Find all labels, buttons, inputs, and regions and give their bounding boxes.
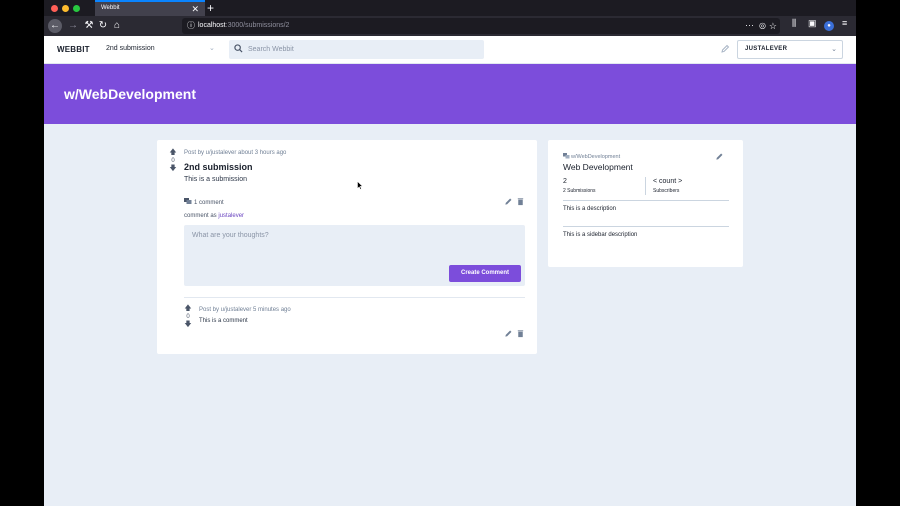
page-actions-icon[interactable]: ··· — [745, 19, 754, 31]
subscribers-count: < count > — [653, 178, 683, 185]
community-description: This is a description — [563, 206, 617, 212]
comment-as-user-link[interactable]: justalever — [218, 213, 244, 219]
wrench-icon[interactable]: ⚒ — [82, 19, 96, 33]
divider — [563, 200, 729, 201]
user-select[interactable]: JUSTALEVER ⌄ — [737, 40, 843, 59]
arrow-up-icon[interactable]: 🡅 — [183, 305, 193, 313]
stat-divider — [645, 177, 646, 195]
community-label: w/WebDevelopment — [563, 153, 620, 160]
tab-title: Webbit — [101, 5, 120, 11]
comment-vote: 🡅 0 🡇 — [183, 305, 193, 329]
post-vote: 🡅 0 🡇 — [168, 149, 178, 173]
logo[interactable]: WEBBIT — [57, 45, 90, 54]
browser-tab[interactable]: Webbit ✕ — [95, 0, 205, 16]
page: WEBBIT 2nd submission ⌄ Search Webbit JU… — [44, 36, 856, 506]
reload-icon[interactable]: ↻ — [96, 19, 110, 33]
site-info-icon[interactable]: ⓘ — [186, 20, 196, 32]
community-icon — [563, 153, 570, 159]
chevron-down-icon: ⌄ — [831, 46, 837, 53]
arrow-down-icon[interactable]: 🡇 — [183, 321, 193, 329]
hamburger-menu-icon[interactable]: ≡ — [842, 16, 847, 30]
comment-vote-count: 0 — [186, 314, 190, 320]
pencil-icon[interactable] — [715, 152, 724, 161]
comment-as-label: comment as justalever — [184, 213, 245, 219]
post-body: This is a submission — [184, 176, 248, 183]
divider — [563, 226, 729, 227]
post-card: 🡅 0 🡇 Post by u/justalever about 3 hours… — [157, 140, 537, 354]
minimize-window-button[interactable] — [62, 5, 69, 12]
search-placeholder: Search Webbit — [248, 46, 294, 53]
sidebar-description: This is a sidebar description — [563, 232, 638, 238]
comment-meta: Post by u/justalever 5 minutes ago — [199, 307, 291, 313]
divider — [184, 297, 525, 298]
community-sidebar: w/WebDevelopment Web Development 2 2 Sub… — [548, 140, 743, 267]
pencil-icon[interactable] — [504, 197, 513, 206]
pocket-icon[interactable]: ◎ — [759, 19, 766, 33]
subscribers-label: Subscribers — [653, 188, 680, 194]
sidebar-toggle-icon[interactable]: ▣ — [808, 16, 817, 30]
submissions-label: 2 Submissions — [563, 188, 596, 194]
search-input[interactable]: Search Webbit — [229, 40, 484, 59]
pencil-icon[interactable] — [720, 44, 730, 54]
community-banner: w/WebDevelopment — [44, 64, 856, 124]
library-icon[interactable]: ⫼ — [792, 16, 796, 30]
url-text: localhost:3000/submissions/2 — [198, 22, 290, 29]
address-bar[interactable]: ⓘ localhost:3000/submissions/2 ··· ◎ ☆ — [182, 18, 780, 34]
post-title: 2nd submission — [184, 162, 253, 172]
search-icon — [234, 44, 243, 53]
trash-icon[interactable] — [516, 197, 525, 206]
close-window-button[interactable] — [51, 5, 58, 12]
tab-close-icon[interactable]: ✕ — [191, 3, 199, 15]
zoom-window-button[interactable] — [73, 5, 80, 12]
browser-navbar: ← → ⚒ ↻ ⌂ ⓘ localhost:3000/submissions/2… — [44, 16, 856, 36]
submissions-count: 2 — [563, 178, 567, 185]
bookmark-star-icon[interactable]: ☆ — [769, 19, 777, 33]
chevron-down-icon[interactable]: ⌄ — [209, 44, 215, 52]
trash-icon[interactable] — [516, 329, 525, 338]
user-select-value: JUSTALEVER — [745, 46, 788, 52]
community-title: Web Development — [563, 162, 633, 172]
comment-placeholder: What are your thoughts? — [192, 232, 269, 239]
arrow-up-icon[interactable]: 🡅 — [168, 149, 178, 157]
post-meta: Post by u/justalever about 3 hours ago — [184, 150, 287, 156]
mouse-cursor-icon — [357, 181, 363, 190]
app-header: WEBBIT 2nd submission ⌄ Search Webbit JU… — [44, 36, 856, 64]
create-comment-button[interactable]: Create Comment — [449, 265, 521, 282]
arrow-down-icon[interactable]: 🡇 — [168, 165, 178, 173]
context-select[interactable]: 2nd submission — [106, 45, 155, 52]
new-tab-button[interactable]: + — [207, 1, 214, 15]
comment-body: This is a comment — [199, 318, 248, 324]
forward-icon[interactable]: → — [66, 19, 80, 33]
extension-icon[interactable]: ● — [824, 21, 834, 31]
comment-count: 1 comment — [184, 198, 224, 206]
post-vote-count: 0 — [171, 158, 175, 164]
comments-icon — [184, 198, 192, 204]
back-icon[interactable]: ← — [48, 19, 62, 33]
community-banner-title: w/WebDevelopment — [64, 86, 196, 102]
home-icon[interactable]: ⌂ — [110, 19, 124, 33]
pencil-icon[interactable] — [504, 329, 513, 338]
